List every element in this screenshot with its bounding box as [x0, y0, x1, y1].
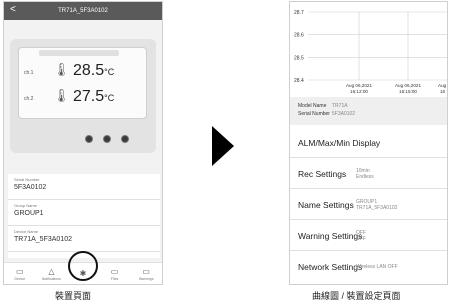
- lcd-top-bar: [39, 50, 119, 56]
- setting-rec[interactable]: Rec Settings 10min Endless: [290, 159, 447, 189]
- setting-values: OFF OFF: [356, 229, 366, 242]
- x-tick-date: Aug 06,2021: [346, 83, 373, 88]
- nav-label: Warnings: [138, 276, 154, 281]
- channel2-reading: 27.5°C: [73, 88, 115, 105]
- setting-network[interactable]: Network Settings Wireless LAN OFF: [290, 252, 447, 282]
- device-header: < TR71A_5F3A0102: [4, 2, 162, 20]
- channel1-label: ch.1: [24, 70, 34, 76]
- device-illustration: ch.1 ch.2 🌡 🌡 28.5°C 27.5°C: [10, 39, 156, 153]
- channel2-label: ch.2: [24, 96, 34, 102]
- serial-number-value: 5F3A0102: [332, 111, 356, 117]
- y-tick-label: 28.4: [294, 78, 304, 84]
- y-tick-label: 28.7: [294, 10, 304, 16]
- channel1-reading: 28.5°C: [73, 62, 115, 79]
- info-row-device-name[interactable]: Device Name TR71A_5F3A0102: [8, 226, 160, 252]
- x-tick-time: 16:12:00: [350, 89, 368, 94]
- nav-device[interactable]: ▭ Device: [7, 267, 33, 281]
- info-value: TR71A_5F3A0102: [14, 236, 72, 243]
- nav-label: Files: [110, 276, 119, 281]
- nav-label: Notifications: [41, 276, 61, 281]
- thermometer-icon: 🌡: [53, 62, 70, 77]
- x-tick-date: Aug 06,2021: [395, 83, 422, 88]
- setting-values: GROUP1 TR71A_5F3A0102: [356, 198, 398, 211]
- nav-label: Device: [14, 276, 26, 281]
- setting-label: Warning Settings: [298, 230, 363, 241]
- setting-warning[interactable]: Warning Settings OFF OFF: [290, 221, 447, 251]
- folder-icon: ▭: [110, 266, 119, 276]
- highlight-circle: [68, 251, 98, 281]
- arrow-right-icon: [212, 126, 234, 166]
- notification-icon: △: [48, 266, 55, 276]
- model-name-label: Model Name: [298, 103, 327, 109]
- device-button-dot: [103, 135, 111, 143]
- setting-label: ALM/Max/Min Display: [298, 137, 381, 148]
- nav-files[interactable]: ▭ Files: [102, 267, 128, 281]
- device-title: TR71A_5F3A0102: [58, 8, 108, 14]
- lcd-display: ch.1 ch.2 🌡 🌡 28.5°C 27.5°C: [18, 47, 147, 119]
- info-value: GROUP1: [14, 210, 44, 217]
- x-tick-time: 16:15:00: [399, 89, 417, 94]
- nav-warnings[interactable]: ▭ Warnings: [133, 267, 159, 281]
- device-button-dot: [85, 135, 93, 143]
- y-tick-label: 28.6: [294, 33, 304, 39]
- model-name-value: TR71A: [332, 103, 348, 109]
- info-row-serial[interactable]: Serial Number 5F3A0102: [8, 174, 160, 200]
- info-row-group[interactable]: Group Name GROUP1: [8, 200, 160, 226]
- setting-label: Name Settings: [298, 199, 354, 210]
- serial-number-label: Serial Number: [298, 111, 330, 117]
- thermometer-icon: 🌡: [53, 88, 70, 103]
- info-value: 5F3A0102: [14, 184, 47, 191]
- chart-svg: 28.728.628.528.4Aug 06,202116:12:00Aug 0…: [294, 10, 447, 94]
- device-icon: ▭: [16, 266, 24, 276]
- device-info-card: Serial Number 5F3A0102 Group Name GROUP1…: [8, 174, 160, 258]
- info-label: Device Name: [14, 229, 39, 234]
- chart-settings-screen: 28.7 28.6 28.5 28.4 Aug 06,2021 16:12:00 Aug 0…: [289, 1, 448, 285]
- setting-alm-max-min[interactable]: ALM/Max/Min Display: [290, 128, 447, 158]
- device-buttons: [85, 135, 129, 143]
- info-label: Group Name: [14, 203, 37, 208]
- y-tick-label: 28.5: [294, 55, 304, 61]
- model-info: Model Name TR71A Serial Number 5F3A0102: [290, 97, 447, 125]
- setting-name[interactable]: Name Settings GROUP1 TR71A_5F3A0102: [290, 190, 447, 220]
- caption-device-page: 裝置頁面: [55, 291, 92, 301]
- device-button-dot: [121, 135, 129, 143]
- back-button[interactable]: <: [10, 5, 16, 15]
- temperature-chart: 28.7 28.6 28.5 28.4 Aug 06,2021 16:12:00 Aug 0…: [290, 2, 447, 95]
- nav-notifications[interactable]: △ Notifications: [38, 267, 64, 281]
- setting-label: Network Settings: [298, 262, 363, 272]
- device-screen: < TR71A_5F3A0102 ch.1 ch.2 🌡 🌡 28.5°C 27…: [3, 1, 163, 285]
- setting-values: 10min Endless: [356, 167, 374, 180]
- setting-label: Rec Settings: [298, 168, 347, 179]
- info-label: Serial Number: [14, 177, 40, 182]
- warning-icon: ▭: [142, 266, 150, 276]
- setting-values: Wireless LAN OFF: [356, 264, 398, 270]
- x-tick-date: Aug: [438, 83, 447, 88]
- caption-chart-settings-page: 曲線圖 / 裝置設定頁面: [312, 291, 401, 301]
- x-tick-time: 16: [440, 89, 446, 94]
